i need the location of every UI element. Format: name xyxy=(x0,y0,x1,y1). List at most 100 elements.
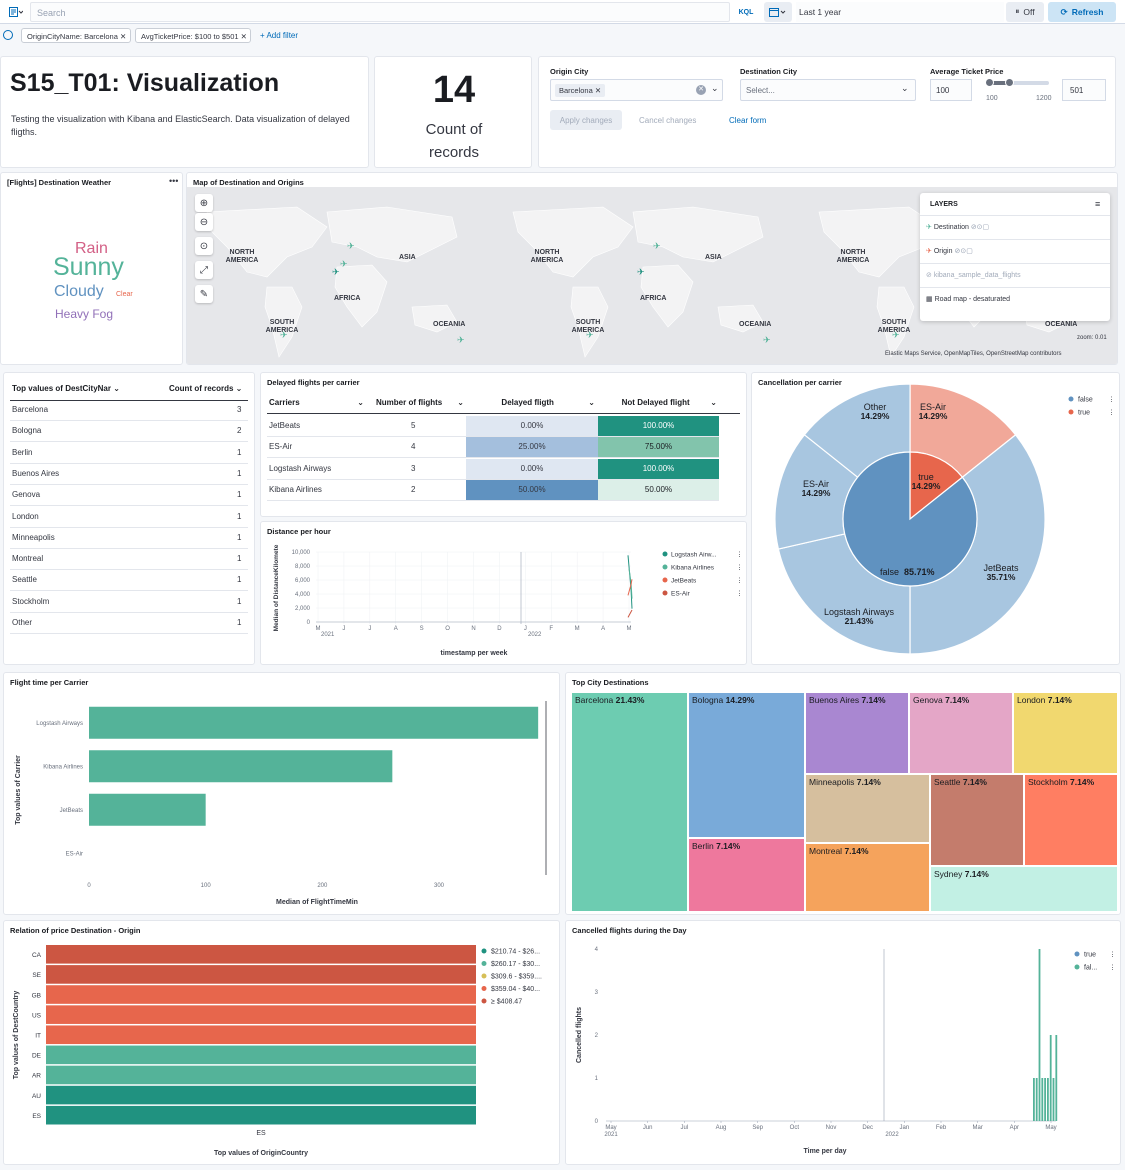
plane-icon[interactable]: ✈ xyxy=(280,330,288,341)
y-tick-label: AU xyxy=(32,1093,41,1100)
treemap-cell[interactable]: Barcelona 21.43% xyxy=(571,692,688,912)
table-cell-carrier: ES-Air xyxy=(269,442,293,452)
price-range-slider[interactable] xyxy=(985,78,1049,87)
x-tick-label: O xyxy=(445,626,450,632)
word-heavy-fog[interactable]: Heavy Fog xyxy=(55,307,113,321)
slider-handle-max[interactable] xyxy=(1005,78,1014,87)
treemap-cell[interactable]: Berlin 7.14% xyxy=(688,838,805,912)
clear-form-button[interactable]: Clear form xyxy=(729,116,766,125)
close-icon[interactable]: ✕ xyxy=(120,32,126,41)
origin-city-select[interactable]: Barcelona ✕ ✕ ⌄ xyxy=(550,79,723,101)
treemap-cell-pct: 7.14% xyxy=(856,777,881,787)
filter-menu-icon[interactable] xyxy=(3,30,13,40)
bar xyxy=(89,706,539,739)
zoom-out-icon[interactable]: ⊖ xyxy=(195,213,213,231)
plane-icon[interactable]: ✈ xyxy=(637,267,645,278)
col-header-not-delayed[interactable]: Not Delayed flight ⌄ xyxy=(601,398,717,407)
table-cell-city: Montreal xyxy=(12,554,44,564)
origin-city-chip[interactable]: Barcelona ✕ xyxy=(555,84,606,97)
x-tick-label: M xyxy=(316,626,321,632)
kql-button[interactable]: KQL xyxy=(734,2,758,22)
x-tick-label: A xyxy=(601,626,605,632)
col-header-delayed[interactable]: Delayed fligth ⌄ xyxy=(467,398,595,407)
table-cell-count: 1 xyxy=(237,618,242,627)
treemap-cell[interactable]: Sydney 7.14% xyxy=(930,866,1118,912)
chevron-down-icon[interactable]: ⌄ xyxy=(711,83,719,94)
row-divider xyxy=(10,547,248,549)
layers-collapse-icon[interactable]: ≡ xyxy=(1095,199,1100,209)
clear-icon[interactable]: ✕ xyxy=(696,85,706,95)
treemap-cell[interactable]: Montreal 7.14% xyxy=(805,843,930,912)
table-cell-count: 1 xyxy=(237,511,242,521)
auto-refresh-button[interactable]: ⏸ Off xyxy=(1006,2,1044,22)
layer-row[interactable]: ✈ Origin ⊘⊙▢ xyxy=(926,247,973,255)
fullscreen-icon[interactable]: ⤢ xyxy=(195,261,213,279)
date-picker-button[interactable] xyxy=(764,2,792,22)
filter-pill-price[interactable]: AvgTicketPrice: $100 to $501 ✕ xyxy=(135,28,251,43)
treemap-cell[interactable]: Stockholm 7.14% xyxy=(1024,774,1118,866)
treemap[interactable]: Barcelona 21.43% Bologna 14.29% Buenos Air… xyxy=(571,692,1118,912)
legend-label: true xyxy=(1084,952,1096,959)
apply-changes-button[interactable]: Apply changes xyxy=(550,110,622,130)
layer-row[interactable]: ▦ Road map - desaturated xyxy=(926,295,1010,303)
col-header-flights[interactable]: Number of flights ⌄ xyxy=(376,398,464,407)
treemap-cell[interactable]: Minneapolis 7.14% xyxy=(805,774,930,843)
locate-icon[interactable]: ⊙ xyxy=(195,237,213,255)
distance-line-chart[interactable]: 10,0008,0006,0004,0002,0000M J J A S O N D J F M A M… xyxy=(261,522,747,665)
treemap-cell[interactable]: Buenos Aires 7.14% xyxy=(805,692,909,774)
col-header-count[interactable]: Count of records ⌄ xyxy=(169,384,242,393)
plane-icon[interactable]: ✈ xyxy=(763,335,771,346)
treemap-cell[interactable]: Seattle 7.14% xyxy=(930,774,1024,866)
slider-handle-min[interactable] xyxy=(985,78,994,87)
y-tick-label: CA xyxy=(32,952,42,959)
row-divider xyxy=(10,420,248,421)
panel-options-icon[interactable]: ••• xyxy=(169,176,178,186)
cancelled-flights-chart[interactable]: 4 3 2 1 0 May Jun Jul Aug Sep Oct Nov Dec Jan Feb Mar Ap… xyxy=(566,921,1121,1165)
layer-row[interactable]: ⊘ kibana_sample_data_flights xyxy=(926,271,1021,279)
filter-pill-origin[interactable]: OriginCityName: Barcelona ✕ xyxy=(21,28,131,43)
plane-icon[interactable]: ✈ xyxy=(892,330,900,341)
treemap-cell[interactable]: Bologna 14.29% xyxy=(688,692,805,838)
flight-time-bar-chart[interactable]: 0 100 200 300 Logstash Airways Kibana Airline… xyxy=(4,673,560,915)
search-input[interactable]: Search xyxy=(30,2,730,22)
plane-icon[interactable]: ✈ xyxy=(457,335,465,346)
word-sunny[interactable]: Sunny xyxy=(53,253,124,282)
map-canvas[interactable]: NORTH AMERICA ASIA NORTH AMERICA ASIA NO… xyxy=(187,187,1117,364)
plane-icon[interactable]: ✈ xyxy=(340,259,348,270)
word-cloudy[interactable]: Cloudy xyxy=(54,283,104,301)
legend-swatch xyxy=(1074,964,1080,970)
chevron-down-icon[interactable]: ⌄ xyxy=(901,83,909,94)
layer-row[interactable]: ✈ Destination ⊘⊙▢ xyxy=(926,223,989,231)
layer-options-icon: ⊘⊙▢ xyxy=(970,224,990,231)
table-cell-city: Genova xyxy=(12,490,41,500)
x-tick-label: 0 xyxy=(87,883,91,889)
plane-icon[interactable]: ✈ xyxy=(332,267,340,278)
zoom-in-icon[interactable]: ⊕ xyxy=(195,194,213,212)
treemap-cell-pct: 7.14% xyxy=(716,841,741,851)
dest-city-select[interactable]: Select... ⌄ xyxy=(740,79,916,101)
cancel-changes-button[interactable]: Cancel changes xyxy=(639,116,696,125)
saved-query-button[interactable] xyxy=(4,2,28,22)
refresh-button[interactable]: ⟳ Refresh xyxy=(1048,2,1116,22)
price-relation-chart[interactable]: CA SE GB US IT DE AR AU ES ES Top values of Origin… xyxy=(4,921,560,1165)
x-tick-label: Feb xyxy=(936,1125,947,1131)
col-header-city[interactable]: Top values of DestCityNar ⌄ xyxy=(12,384,120,393)
add-filter-link[interactable]: + Add filter xyxy=(260,31,298,40)
slice-label-false-pct: 85.71% xyxy=(904,567,935,577)
plane-icon[interactable]: ✈ xyxy=(347,241,355,252)
word-clear[interactable]: Clear xyxy=(116,291,133,298)
close-icon[interactable]: ✕ xyxy=(241,32,247,41)
price-min-input[interactable]: 100 xyxy=(930,79,972,101)
col-header-carriers[interactable]: Carriers ⌄ xyxy=(269,398,364,407)
refresh-label: Refresh xyxy=(1071,7,1104,17)
draw-tool-icon[interactable]: ✎ xyxy=(195,285,213,303)
treemap-cell[interactable]: London 7.14% xyxy=(1013,692,1118,774)
plane-icon[interactable]: ✈ xyxy=(586,330,594,341)
y-tick-label: 10,000 xyxy=(292,550,311,556)
cancellation-pie-chart[interactable]: ES-Air14.29%JetBeats35.71%Logstash Airwa… xyxy=(752,373,1120,665)
heat-cell xyxy=(46,985,476,1004)
plane-icon[interactable]: ✈ xyxy=(653,241,661,252)
price-max-input[interactable]: 501 xyxy=(1062,79,1106,101)
time-range[interactable]: Last 1 year xyxy=(796,2,1004,22)
treemap-cell[interactable]: Genova 7.14% xyxy=(909,692,1013,774)
